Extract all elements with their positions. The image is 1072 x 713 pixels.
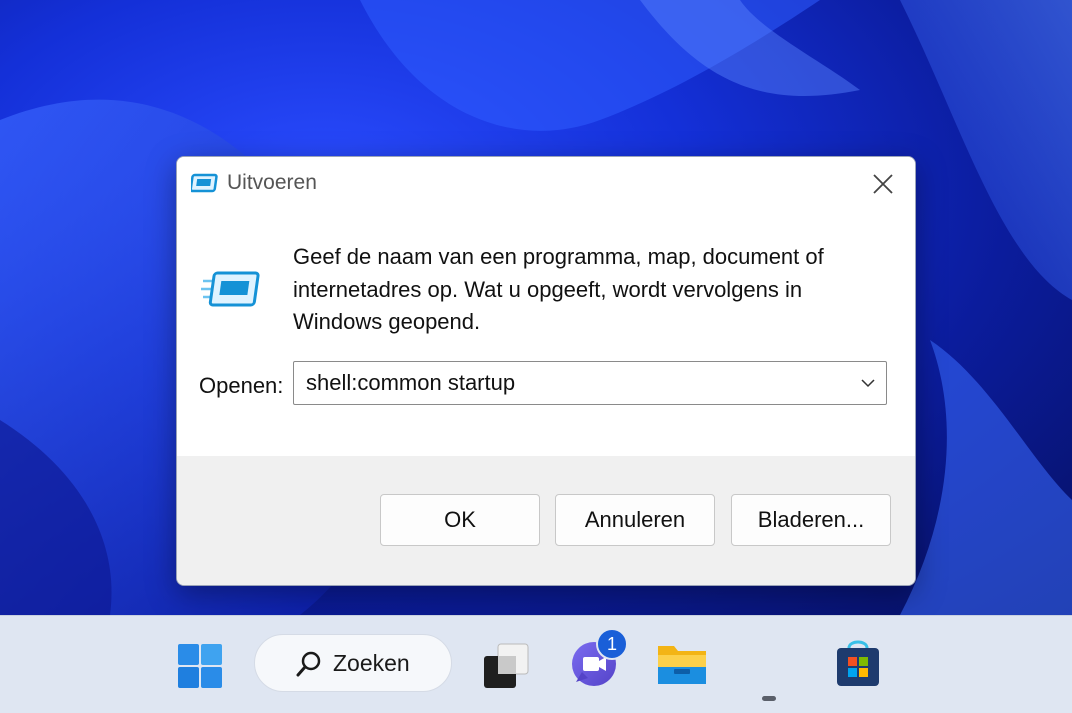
open-combobox[interactable] — [293, 361, 887, 405]
run-program-icon — [201, 269, 263, 313]
run-icon — [189, 173, 219, 195]
open-label: Openen: — [199, 373, 284, 398]
windows-start-icon — [178, 644, 222, 688]
dialog-titlebar[interactable]: Uitvoeren — [177, 157, 915, 214]
close-button[interactable] — [865, 169, 901, 199]
cancel-button[interactable]: Annuleren — [555, 494, 715, 546]
chevron-down-icon — [861, 379, 875, 388]
open-input[interactable] — [294, 362, 844, 404]
run-dialog: Uitvoeren Geef de naam van een programma… — [176, 156, 916, 586]
dialog-footer: OK Annuleren Bladeren... — [177, 456, 915, 585]
dialog-body: Geef de naam van een programma, map, doc… — [177, 213, 915, 456]
ok-button[interactable]: OK — [380, 494, 540, 546]
file-explorer-button[interactable] — [654, 636, 710, 692]
start-button[interactable] — [174, 640, 226, 692]
microsoft-store-icon — [837, 640, 879, 686]
file-explorer-icon — [658, 646, 706, 684]
search-label: Zoeken — [333, 650, 410, 676]
running-app-indicator — [762, 696, 776, 701]
search-icon — [295, 650, 323, 683]
dialog-description: Geef de naam van een programma, map, doc… — [293, 244, 824, 334]
search-box[interactable]: Zoeken — [254, 634, 452, 692]
browse-button[interactable]: Bladeren... — [731, 494, 891, 546]
close-icon — [873, 174, 893, 194]
task-view-button[interactable] — [478, 638, 534, 694]
chat-notification-badge: 1 — [596, 628, 628, 660]
dialog-title: Uitvoeren — [227, 171, 317, 194]
taskbar: Zoeken 1 — [0, 615, 1072, 713]
open-dropdown-button[interactable] — [850, 362, 886, 404]
microsoft-store-button[interactable] — [830, 636, 886, 692]
task-view-icon — [484, 643, 529, 688]
